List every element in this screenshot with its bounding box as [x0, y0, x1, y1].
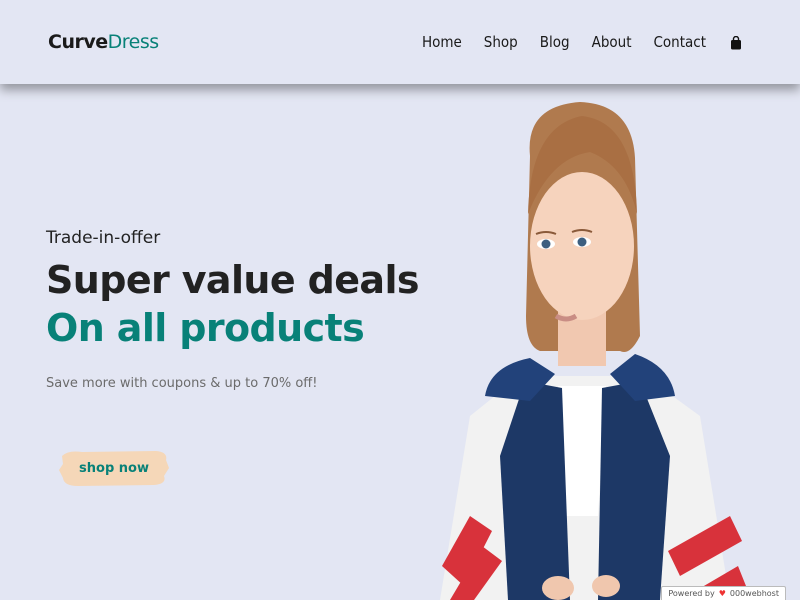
nav-shop[interactable]: Shop	[484, 33, 518, 51]
main-nav: Home Shop Blog About Contact	[422, 33, 742, 51]
badge-brand: 000webhost	[729, 589, 779, 598]
badge-powered-by: Powered by	[668, 589, 715, 598]
logo-text-dress: Dress	[107, 31, 160, 53]
heart-icon: ♥	[718, 589, 726, 598]
nav-about[interactable]: About	[592, 33, 632, 51]
hero-text: Trade-in-offer Super value deals On all …	[46, 228, 420, 391]
nav-home[interactable]: Home	[422, 33, 462, 51]
hero-subtext: Save more with coupons & up to 70% off!	[46, 376, 318, 391]
hero-highlight: On all products	[46, 306, 365, 350]
shop-now-button[interactable]: shop now	[58, 448, 170, 488]
nav-blog[interactable]: Blog	[540, 33, 570, 51]
shopping-bag-icon[interactable]	[730, 35, 742, 50]
nav-contact[interactable]: Contact	[654, 33, 707, 51]
logo[interactable]: Curve Dress	[48, 31, 159, 53]
hero-kicker: Trade-in-offer	[46, 228, 161, 248]
host-badge[interactable]: Powered by ♥ 000webhost	[661, 586, 786, 600]
shop-now-label: shop now	[79, 460, 149, 476]
logo-text-curve: Curve	[48, 31, 108, 53]
site-header: Curve Dress Home Shop Blog About Contact	[0, 0, 800, 84]
model-photo	[430, 96, 750, 600]
hero-heading: Super value deals	[46, 258, 420, 302]
